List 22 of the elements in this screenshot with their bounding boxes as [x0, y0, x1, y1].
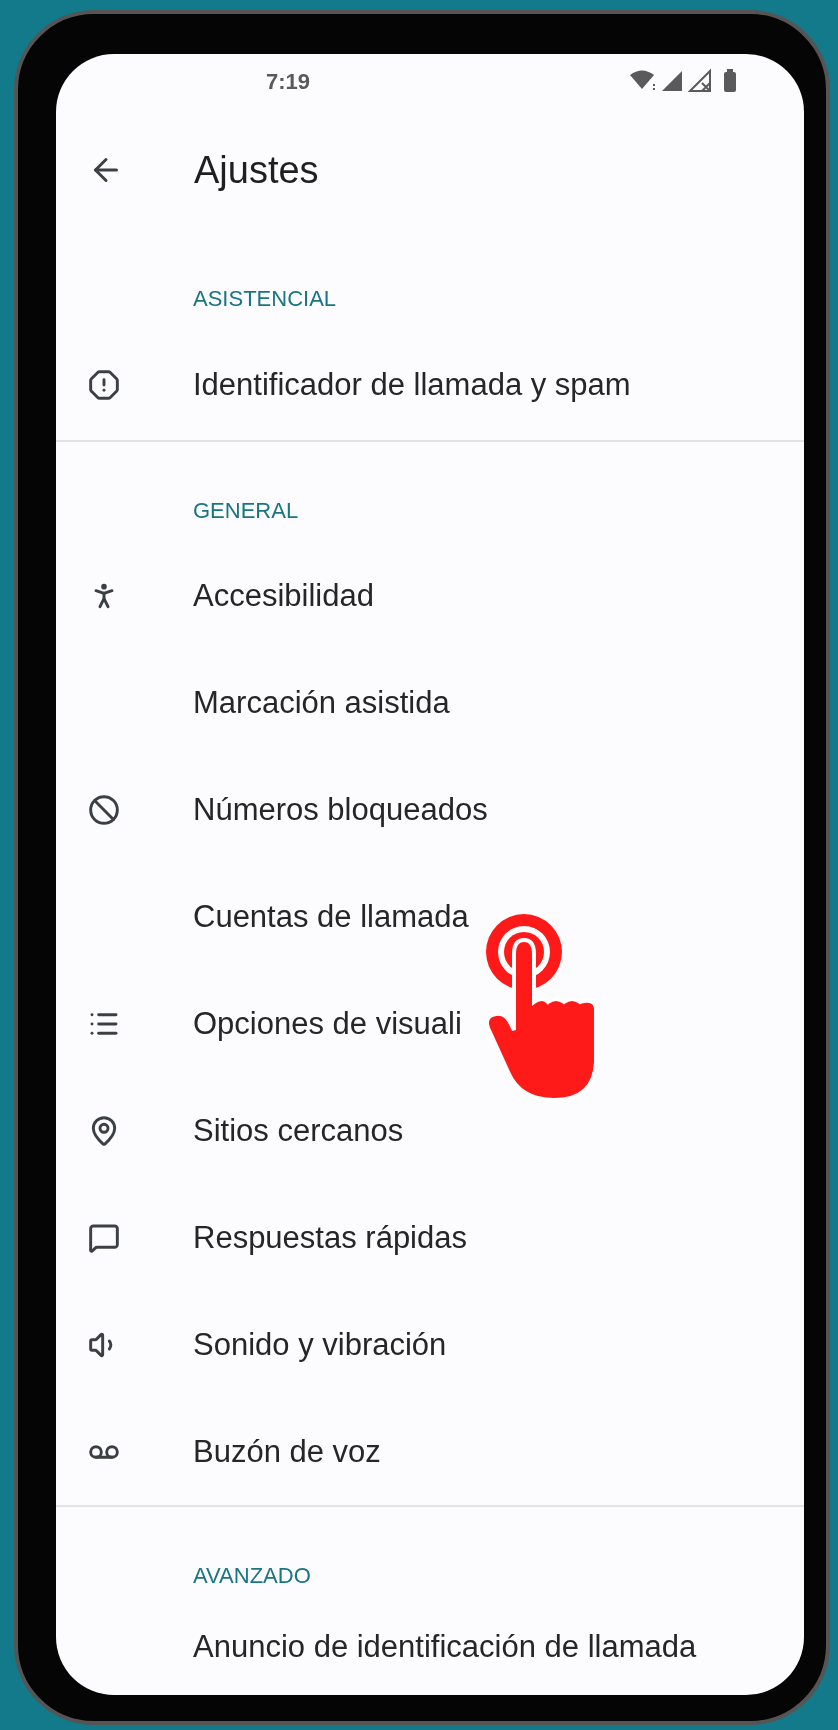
section-header: ASISTENCIAL: [192, 285, 338, 313]
settings-item[interactable]: Anuncio de identificación de llamada: [56, 1607, 804, 1687]
settings-item[interactable]: Buzón de voz: [56, 1398, 804, 1505]
settings-item[interactable]: Opciones de visuali: [56, 970, 804, 1077]
settings-item[interactable]: Sonido y vibración: [56, 1291, 804, 1398]
settings-item-icon: [88, 793, 120, 826]
no-signal-icon: [687, 68, 711, 92]
signal-icon: [662, 71, 682, 91]
settings-item[interactable]: Respuestas rápidas: [56, 1184, 804, 1291]
section-header: AVANZADO: [192, 1562, 312, 1590]
settings-item[interactable]: Identificador de llamada y spam: [56, 330, 804, 440]
battery-icon: [724, 69, 736, 92]
settings-item[interactable]: Sitios cercanos: [56, 1077, 804, 1184]
settings-item[interactable]: Números bloqueados: [56, 756, 804, 863]
status-time: 7:19: [266, 69, 312, 95]
settings-item[interactable]: Cuentas de llamada: [56, 863, 804, 970]
wifi-icon: [630, 70, 655, 90]
page-title: Ajustes: [194, 148, 319, 192]
settings-item[interactable]: Marcación asistida: [56, 649, 804, 756]
section-header: GENERAL: [192, 497, 300, 525]
settings-item-icon: [88, 369, 120, 401]
settings-item[interactable]: Accesibilidad: [56, 542, 804, 649]
